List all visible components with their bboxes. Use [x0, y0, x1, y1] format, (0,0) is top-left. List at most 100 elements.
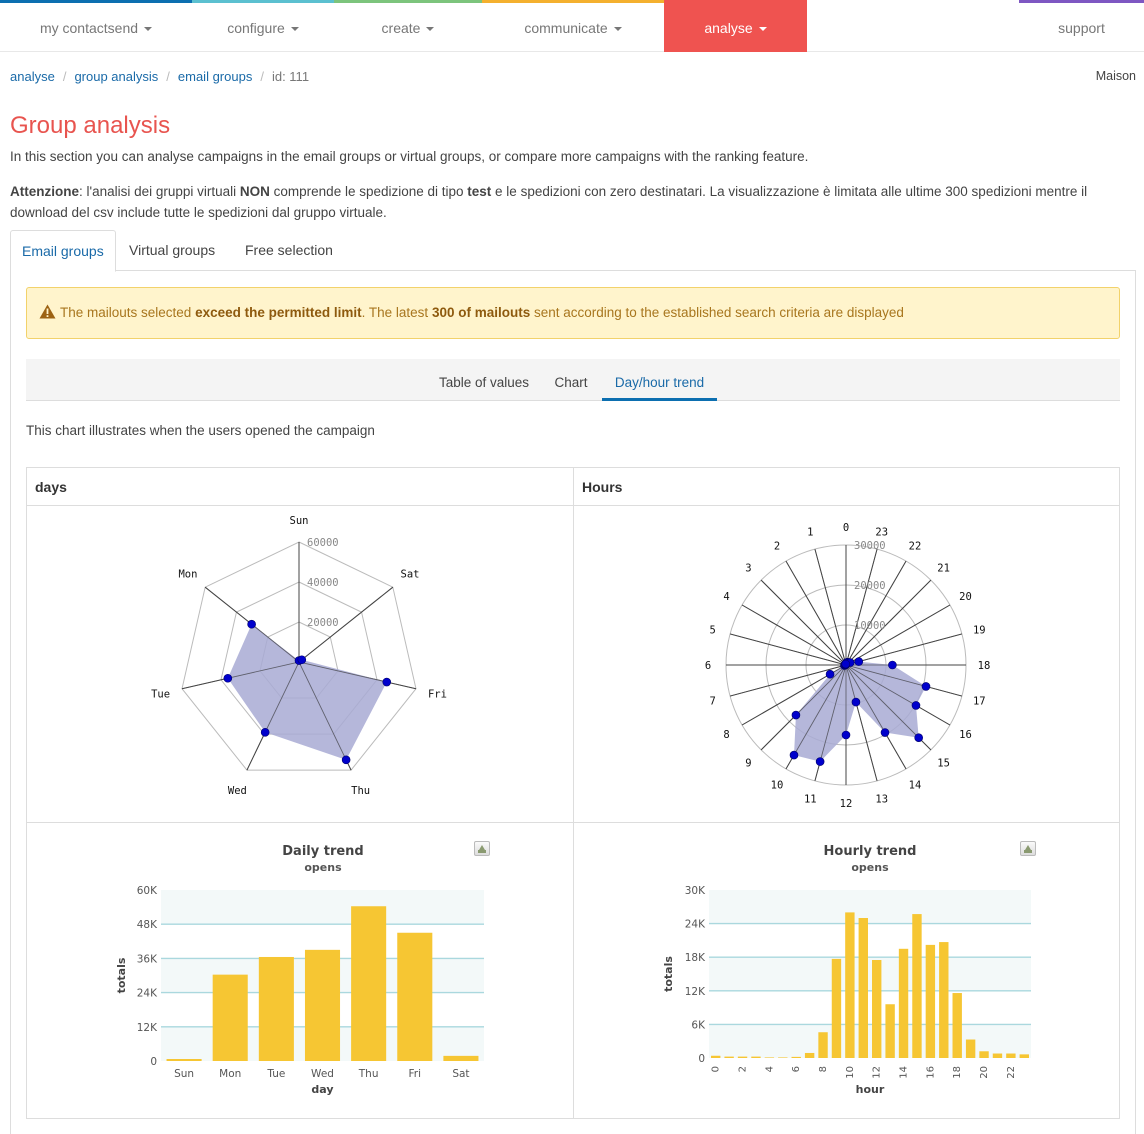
tab-virtual-groups[interactable]: Virtual groups — [118, 230, 226, 271]
tab-email-groups[interactable]: Email groups — [10, 230, 116, 272]
caret-down-icon — [758, 27, 767, 32]
bar — [304, 949, 341, 1061]
radar-category-label: Thu — [351, 785, 370, 797]
radar-category-label: 0 — [843, 522, 849, 534]
radar-category-label: 17 — [973, 696, 986, 708]
download-chart-button[interactable] — [474, 841, 490, 856]
bar — [258, 956, 294, 1061]
subtab-day-hour-trend[interactable]: Day/hour trend — [602, 359, 717, 401]
breadcrumb-analyse[interactable]: analyse — [10, 69, 55, 84]
hourly-trend-chart: 0 6K 12K 18K 24K 30K 0 2 4 6 8 10 12 14 16 18 20 22 Hourly… — [662, 844, 1031, 1096]
radar-category-label: Sun — [290, 515, 309, 527]
bar — [858, 918, 868, 1058]
nav-create[interactable]: create — [334, 0, 482, 52]
radar-point — [911, 701, 921, 710]
bar — [912, 914, 922, 1058]
subtab-table-of-values[interactable]: Table of values — [428, 359, 540, 401]
plot-band — [709, 890, 1031, 924]
text: The mailouts selected — [60, 305, 196, 320]
nav-label: communicate — [524, 20, 608, 36]
breadcrumb-separator: / — [62, 69, 67, 84]
x-tick-label: 10 — [845, 1066, 856, 1079]
radar-category-label: 5 — [710, 624, 716, 636]
chart-description: This chart illustrates when the users op… — [26, 423, 375, 438]
x-tick-label: 8 — [818, 1066, 829, 1072]
radar-category-label: Wed — [228, 785, 247, 797]
radar-category-label: 19 — [973, 624, 986, 636]
breadcrumb-current: id: 111 — [271, 69, 310, 84]
text: . The latest — [361, 305, 432, 320]
panel-header-days: days — [27, 468, 573, 506]
bar — [212, 974, 248, 1061]
radar-category-label: 4 — [723, 591, 729, 603]
intro-text: In this section you can analyse campaign… — [10, 149, 809, 164]
group-tabs: Email groups Virtual groups Free selecti… — [10, 230, 1136, 272]
warning-icon — [39, 290, 56, 340]
days-radar-chart: 20000 40000 60000 Sun Sat Fri Thu Wed Tue Mon — [151, 515, 447, 797]
bar — [351, 906, 387, 1061]
bar — [885, 1004, 895, 1058]
limit-alert: The mailouts selected exceed the permitt… — [26, 287, 1120, 339]
nav-configure[interactable]: configure — [192, 0, 334, 52]
y-tick-label: 24K — [137, 988, 158, 1000]
bar — [925, 944, 936, 1058]
bar — [1006, 1053, 1016, 1058]
radar-point — [341, 755, 351, 765]
y-tick-label: 24K — [685, 919, 706, 931]
radar-category-label: 11 — [804, 793, 817, 805]
nav-my-contactsend[interactable]: my contactsend — [0, 0, 192, 52]
radar-area — [794, 661, 926, 762]
bold-text: exceed the permitted limit — [195, 305, 362, 320]
radar-point — [888, 660, 897, 670]
subtab-chart[interactable]: Chart — [546, 359, 596, 401]
tab-free-selection[interactable]: Free selection — [234, 230, 344, 271]
x-tick-label: Fri — [409, 1068, 422, 1080]
x-tick-label: 2 — [738, 1066, 749, 1072]
chart-title: Hourly trend — [824, 844, 917, 859]
radar-tick-label: 30000 — [854, 540, 886, 552]
radar-category-label: 12 — [840, 798, 853, 810]
caret-down-icon — [290, 27, 299, 32]
nav-analyse[interactable]: analyse — [664, 0, 807, 52]
nav-label: configure — [227, 20, 285, 36]
bar — [804, 1052, 815, 1058]
breadcrumb-separator: / — [166, 69, 170, 84]
nav-color-bar — [1019, 0, 1144, 3]
bar — [711, 1055, 721, 1058]
x-tick-label: Wed — [311, 1068, 334, 1080]
radar-category-label: 1 — [807, 527, 813, 539]
radar-spoke-overlay — [785, 560, 847, 666]
radar-point — [841, 659, 851, 669]
y-tick-label: 36K — [137, 953, 158, 965]
text: : l'analisi dei gruppi virtuali — [79, 184, 240, 199]
radar-point — [841, 730, 851, 740]
radar-point — [247, 619, 256, 629]
text: comprende le spedizione di tipo — [269, 184, 468, 199]
bar — [952, 993, 962, 1058]
radar-spoke-overlay — [845, 604, 951, 666]
radar-spoke-overlay — [729, 633, 847, 666]
nav-label: analyse — [704, 20, 753, 36]
nav-communicate[interactable]: communicate — [482, 0, 664, 52]
chart-title: Daily trend — [282, 844, 363, 859]
x-tick-label: 14 — [899, 1066, 910, 1079]
y-axis-label: totals — [662, 956, 675, 992]
bar — [898, 948, 909, 1058]
nav-support[interactable]: support — [1019, 0, 1144, 52]
bar — [992, 1053, 1003, 1058]
bar — [397, 932, 433, 1061]
radar-category-label: 13 — [875, 793, 888, 805]
nav-label: support — [1058, 20, 1105, 36]
radar-spoke-overlay — [760, 579, 847, 666]
user-name[interactable]: Maison — [1096, 69, 1136, 83]
radar-point — [789, 750, 799, 760]
attention-label: Attenzione — [10, 184, 79, 199]
download-chart-button[interactable] — [1020, 841, 1036, 856]
bar — [1019, 1054, 1029, 1058]
radar-spoke-overlay — [741, 604, 847, 666]
breadcrumb-email-groups[interactable]: email groups — [178, 69, 252, 84]
chart-subtitle: opens — [304, 861, 342, 874]
bar — [831, 958, 842, 1058]
breadcrumb-group-analysis[interactable]: group analysis — [74, 69, 158, 84]
radar-spoke-overlay — [845, 560, 907, 666]
